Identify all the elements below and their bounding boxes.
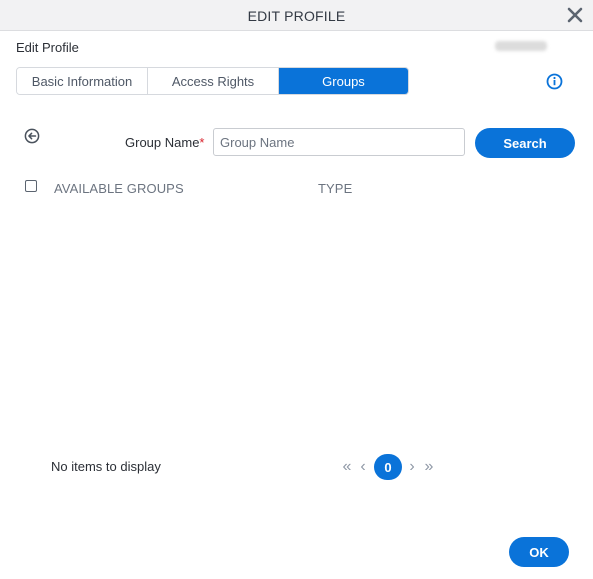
next-page-icon[interactable]: › (404, 454, 420, 480)
previous-page-icon[interactable]: ‹ (356, 454, 370, 480)
current-page-button[interactable]: 0 (374, 454, 402, 480)
close-icon[interactable] (566, 6, 584, 24)
group-name-input[interactable] (213, 128, 465, 156)
column-header-available-groups[interactable]: AVAILABLE GROUPS (54, 181, 184, 196)
required-marker: * (199, 135, 205, 150)
tab-basic-information[interactable]: Basic Information (17, 68, 148, 94)
dialog-title-bar: EDIT PROFILE (0, 0, 593, 31)
column-header-type[interactable]: TYPE (318, 181, 352, 196)
redacted-user-value (495, 41, 547, 51)
tab-access-rights[interactable]: Access Rights (148, 68, 279, 94)
select-all-checkbox[interactable] (25, 180, 37, 192)
group-name-label-text: Group Name (125, 135, 200, 150)
empty-table-message: No items to display (51, 459, 161, 474)
section-title: Edit Profile (16, 40, 79, 55)
tab-groups[interactable]: Groups (279, 68, 408, 94)
search-button[interactable]: Search (475, 128, 575, 158)
first-page-icon[interactable]: « (338, 454, 356, 480)
dialog-title: EDIT PROFILE (247, 8, 346, 24)
last-page-icon[interactable]: » (420, 454, 438, 480)
info-icon[interactable] (546, 73, 563, 90)
group-name-label: Group Name* (125, 135, 204, 150)
ok-button[interactable]: OK (509, 537, 569, 567)
back-arrow-icon[interactable] (24, 128, 40, 144)
tab-bar: Basic Information Access Rights Groups (16, 67, 409, 95)
pagination: « ‹ 0 › » (338, 454, 438, 480)
